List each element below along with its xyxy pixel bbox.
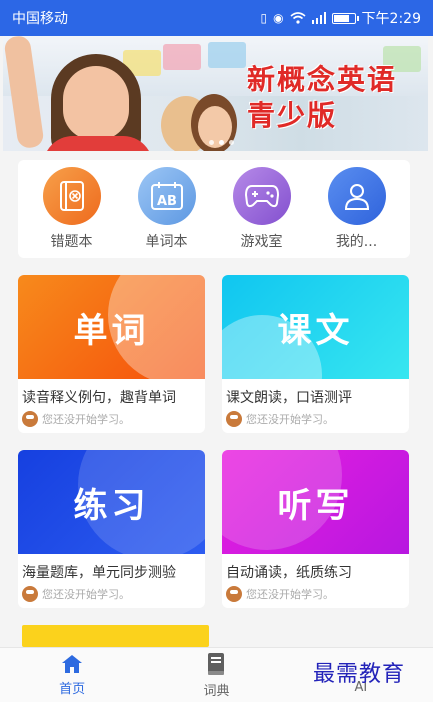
course-status-text: 您还没开始学习。 [42,588,130,601]
course-cover: 课文 [222,275,409,379]
watermark: 最需教育 [313,662,406,687]
status-bar: 中国移动 ▯ ◉ 下午2:29 [0,0,433,36]
wrong-book-icon [42,167,101,225]
user-icon [327,167,386,225]
course-title: 单词 [73,310,150,351]
course-status: 您还没开始学习。 [222,584,409,604]
course-desc: 读音释义例句，趣背单词 [22,390,176,406]
word-book-icon: AB [137,167,196,225]
carousel-dot [219,140,224,145]
course-cover: 单词 [18,275,205,379]
wifi-icon [290,12,306,24]
nav-label: 词典 [203,683,230,699]
svg-text:AB: AB [157,194,177,209]
carousel-dot [229,140,234,145]
course-card-words[interactable]: 单词 读音释义例句，趣背单词 您还没开始学习。 [18,275,205,433]
mascot-icon [226,411,242,427]
course-status-text: 您还没开始学习。 [246,413,334,426]
home-icon [62,654,83,673]
quick-label: 我的... [335,234,378,250]
quick-label: 错题本 [50,234,93,250]
course-card-dictation[interactable]: 听写 自动诵读，纸质练习 您还没开始学习。 [222,450,409,608]
quick-item-wrong-book[interactable]: 错题本 [27,167,117,251]
nav-dictionary[interactable]: 词典 [144,648,288,702]
carousel-dot [209,140,214,145]
vibrate-icon: ▯ [260,11,268,25]
quick-item-mine[interactable]: 我的... [312,167,402,251]
course-desc: 海量题库，单元同步测验 [22,565,176,581]
mascot-icon [226,586,242,602]
banner-subtitle: 青少版 [247,99,338,132]
course-status-text: 您还没开始学习。 [246,588,334,601]
carrier-label: 中国移动 [12,11,68,27]
quick-menu: 错题本 AB 单词本 游戏室 我的... [18,160,410,258]
course-card-partial[interactable] [22,625,209,647]
course-title: 课文 [277,310,354,351]
course-cover: 听写 [222,450,409,554]
course-status: 您还没开始学习。 [18,584,205,604]
course-card-practice[interactable]: 练习 海量题库，单元同步测验 您还没开始学习。 [18,450,205,608]
quick-item-word-book[interactable]: AB 单词本 [122,167,212,251]
course-card-lessons[interactable]: 课文 课文朗读，口语测评 您还没开始学习。 [222,275,409,433]
course-title: 听写 [277,485,354,526]
signal-icon [311,12,326,24]
banner-title: 新概念英语 [247,63,398,96]
gamepad-icon [232,167,291,225]
course-desc: 自动诵读，纸质练习 [226,565,352,581]
nav-label: 首页 [59,681,86,697]
nav-home[interactable]: 首页 [0,648,144,702]
quick-item-game-room[interactable]: 游戏室 [217,167,307,251]
book-icon [208,652,225,675]
quick-label: 游戏室 [240,234,283,250]
course-cover: 练习 [18,450,205,554]
course-title: 练习 [73,485,150,526]
promo-banner[interactable]: 新概念英语 青少版 [3,36,428,151]
course-desc: 课文朗读，口语测评 [226,390,352,406]
battery-icon [331,12,359,24]
clock-label: 下午2:29 [361,11,421,27]
mascot-icon [22,586,38,602]
status-icons: ▯ ◉ [260,11,359,25]
eye-icon: ◉ [273,11,284,25]
course-status: 您还没开始学习。 [18,409,205,429]
course-status-text: 您还没开始学习。 [42,413,130,426]
course-status: 您还没开始学习。 [222,409,409,429]
quick-label: 单词本 [145,234,188,250]
mascot-icon [22,411,38,427]
